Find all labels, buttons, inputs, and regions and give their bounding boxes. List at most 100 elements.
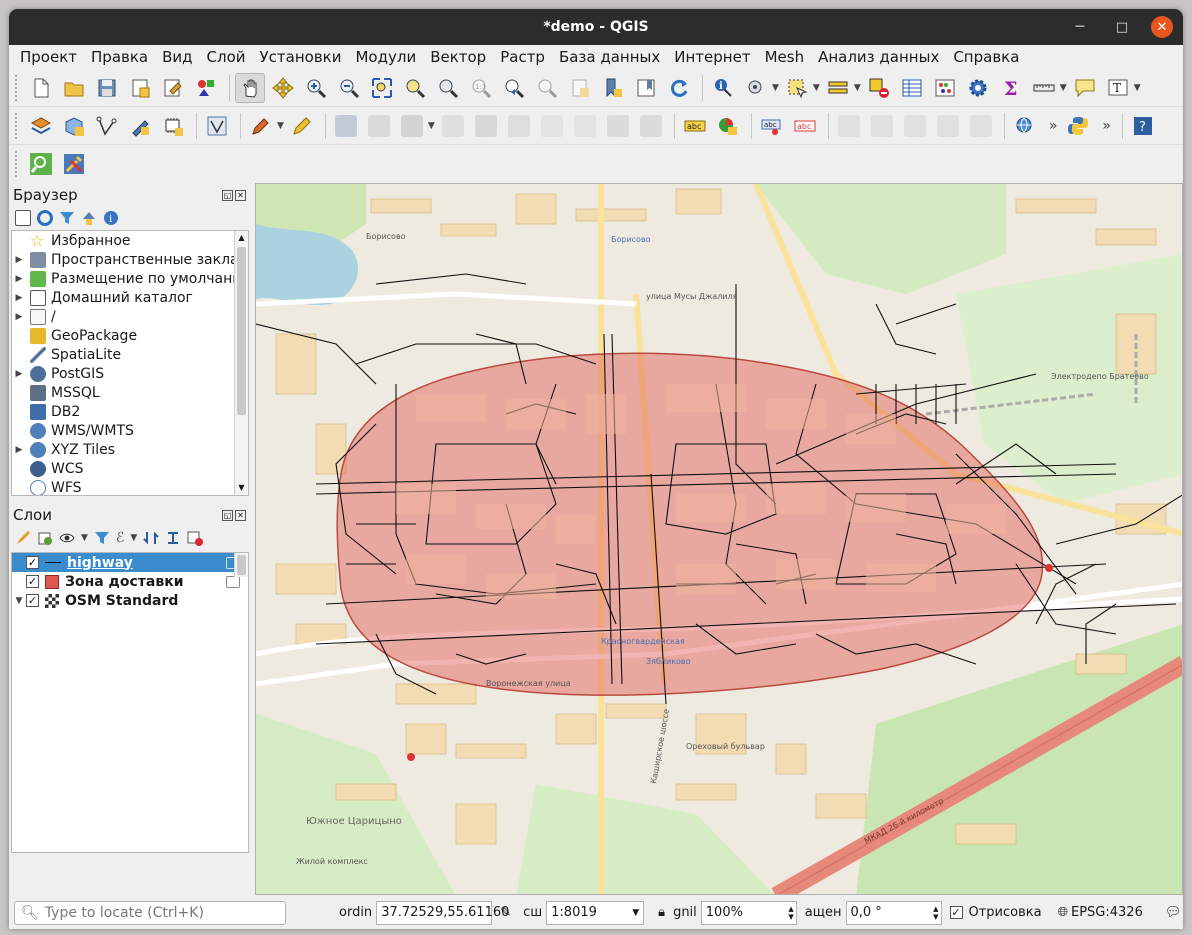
new-temp-layer-button[interactable] <box>158 111 188 141</box>
layer-row-highway[interactable]: ✓ highway <box>12 553 248 572</box>
menu-database[interactable]: База данных <box>552 46 667 68</box>
undo-button[interactable] <box>603 111 633 141</box>
browser-item-postgis[interactable]: ▶ PostGIS <box>12 364 248 383</box>
new-geopackage-button[interactable] <box>59 111 89 141</box>
show-bookmarks-button[interactable] <box>631 73 661 103</box>
zoom-out-button[interactable] <box>334 73 364 103</box>
menu-plugins[interactable]: Модули <box>348 46 423 68</box>
layer-diagram-button[interactable] <box>713 111 743 141</box>
chevron-down-icon[interactable]: ▼ <box>277 121 284 131</box>
measure-line-button[interactable] <box>1029 73 1059 103</box>
menu-mesh[interactable]: Mesh <box>758 46 812 68</box>
add-feature-button[interactable] <box>364 111 394 141</box>
move-label-button[interactable] <box>834 111 864 141</box>
layer-row-delivery-zone[interactable]: ✓ Зона доставки <box>12 572 248 591</box>
chevron-down-icon[interactable]: ▼ <box>130 533 137 543</box>
select-by-value-button[interactable] <box>823 73 853 103</box>
refresh-button[interactable] <box>664 73 694 103</box>
chevron-down-icon[interactable]: ▼ <box>813 83 820 93</box>
data-source-manager-button[interactable] <box>26 111 56 141</box>
browser-item-home[interactable]: ▶ Домашний каталог <box>12 288 248 307</box>
new-print-layout-button[interactable] <box>125 73 155 103</box>
browser-item-wfs[interactable]: WFS <box>12 478 248 495</box>
deselect-all-button[interactable] <box>864 73 894 103</box>
info-icon[interactable]: i <box>103 210 119 226</box>
browser-item-spatialite[interactable]: SpatiaLite <box>12 345 248 364</box>
expand-all-icon[interactable] <box>143 530 160 546</box>
cut-features-button[interactable] <box>504 111 534 141</box>
style-brush-icon[interactable] <box>15 530 31 546</box>
pin-labels-button[interactable]: abc <box>757 111 787 141</box>
filter-icon[interactable] <box>94 530 110 546</box>
redo-button[interactable] <box>636 111 666 141</box>
menu-web[interactable]: Интернет <box>667 46 757 68</box>
magnifier-spinbox[interactable]: 100% ▲ ▼ <box>700 900 797 925</box>
filter-icon[interactable] <box>59 210 75 226</box>
layer-visibility-checkbox[interactable]: ✓ <box>26 575 39 588</box>
chevron-down-icon[interactable]: ▼ <box>1060 83 1067 93</box>
layer-labeling-button[interactable]: abc <box>680 111 710 141</box>
copy-features-button[interactable] <box>537 111 567 141</box>
browser-item-spatial-bookmarks[interactable]: ▶ Пространственные закла <box>12 250 248 269</box>
maximize-button[interactable]: □ <box>1105 9 1139 45</box>
messages-icon[interactable]: 💬︎ <box>1165 905 1182 920</box>
change-label-button[interactable] <box>900 111 930 141</box>
render-checkbox[interactable]: ✓ <box>949 906 963 919</box>
minimize-button[interactable]: ─ <box>1063 9 1097 45</box>
browser-item-wcs[interactable]: WCS <box>12 459 248 478</box>
expand-arrow-icon[interactable]: ▶ <box>12 255 26 265</box>
chevron-down-icon[interactable]: ▼ <box>428 121 435 131</box>
pan-to-selection-button[interactable] <box>268 73 298 103</box>
close-panel-icon[interactable]: ✕ <box>235 189 246 201</box>
scroll-up-icon[interactable]: ▲ <box>235 231 248 245</box>
menu-edit[interactable]: Правка <box>84 46 155 68</box>
menu-analysis[interactable]: Анализ данных <box>811 46 946 68</box>
chevron-down-icon[interactable]: ▼ <box>854 83 861 93</box>
toolbar-grip[interactable] <box>15 151 20 177</box>
remove-layer-icon[interactable] <box>187 530 204 546</box>
identify-button[interactable]: i <box>708 73 738 103</box>
delete-selected-button[interactable] <box>471 111 501 141</box>
field-calculator-button[interactable] <box>930 73 960 103</box>
python-console-button[interactable] <box>1063 111 1093 141</box>
current-edits-button[interactable] <box>246 111 276 141</box>
expand-arrow-icon[interactable]: ▶ <box>12 445 26 455</box>
zoom-full-button[interactable] <box>367 73 397 103</box>
expand-arrow-icon[interactable]: ▼ <box>12 596 26 606</box>
browser-item-mssql[interactable]: MSSQL <box>12 383 248 402</box>
float-panel-icon[interactable]: ◱ <box>222 189 233 201</box>
browser-item-xyz[interactable]: ▶ XYZ Tiles <box>12 440 248 459</box>
add-group-icon[interactable] <box>37 530 53 546</box>
rotation-spinbox[interactable]: 0,0 ° ▲ ▼ <box>845 900 942 925</box>
menu-project[interactable]: Проект <box>13 46 84 68</box>
zoom-to-layer-button[interactable] <box>433 73 463 103</box>
zoom-last-button[interactable] <box>499 73 529 103</box>
digitize-vertex-button[interactable] <box>92 111 122 141</box>
menu-settings[interactable]: Установки <box>253 46 349 68</box>
browser-item-project-home[interactable]: ▶ Размещение по умолчани <box>12 269 248 288</box>
expression-filter-icon[interactable]: ℰ <box>116 530 124 546</box>
chevron-down-icon[interactable]: ▼ <box>1134 83 1141 93</box>
menu-layer[interactable]: Слой <box>200 46 253 68</box>
scroll-down-icon[interactable]: ▼ <box>235 481 248 495</box>
attribute-table-button[interactable] <box>897 73 927 103</box>
new-bookmark-button[interactable] <box>598 73 628 103</box>
crs-button[interactable]: EPSG:4326 <box>1071 905 1143 920</box>
coordinate-field[interactable]: 37.72529,55.61160 <box>376 900 509 925</box>
chevron-down-icon[interactable]: ▼ <box>81 533 88 543</box>
refresh-icon[interactable] <box>37 210 53 226</box>
paste-features-button[interactable] <box>570 111 600 141</box>
menu-help[interactable]: Справка <box>946 46 1026 68</box>
toolbar-grip[interactable] <box>15 112 20 139</box>
vertex-tool-button[interactable] <box>397 111 427 141</box>
metasearch-button[interactable] <box>1010 111 1040 141</box>
label-props-button[interactable] <box>933 111 963 141</box>
toolbar-overflow-button[interactable]: » <box>1102 118 1111 134</box>
eye-icon[interactable] <box>59 530 75 546</box>
plugin-tool-button[interactable] <box>59 149 89 179</box>
chevron-down-icon[interactable]: ▼ <box>772 83 779 93</box>
zoom-to-selection-button[interactable] <box>400 73 430 103</box>
layers-scrollbar[interactable] <box>234 553 248 577</box>
browser-item-root[interactable]: ▶ / <box>12 307 248 326</box>
layer-visibility-checkbox[interactable]: ✓ <box>26 594 39 607</box>
